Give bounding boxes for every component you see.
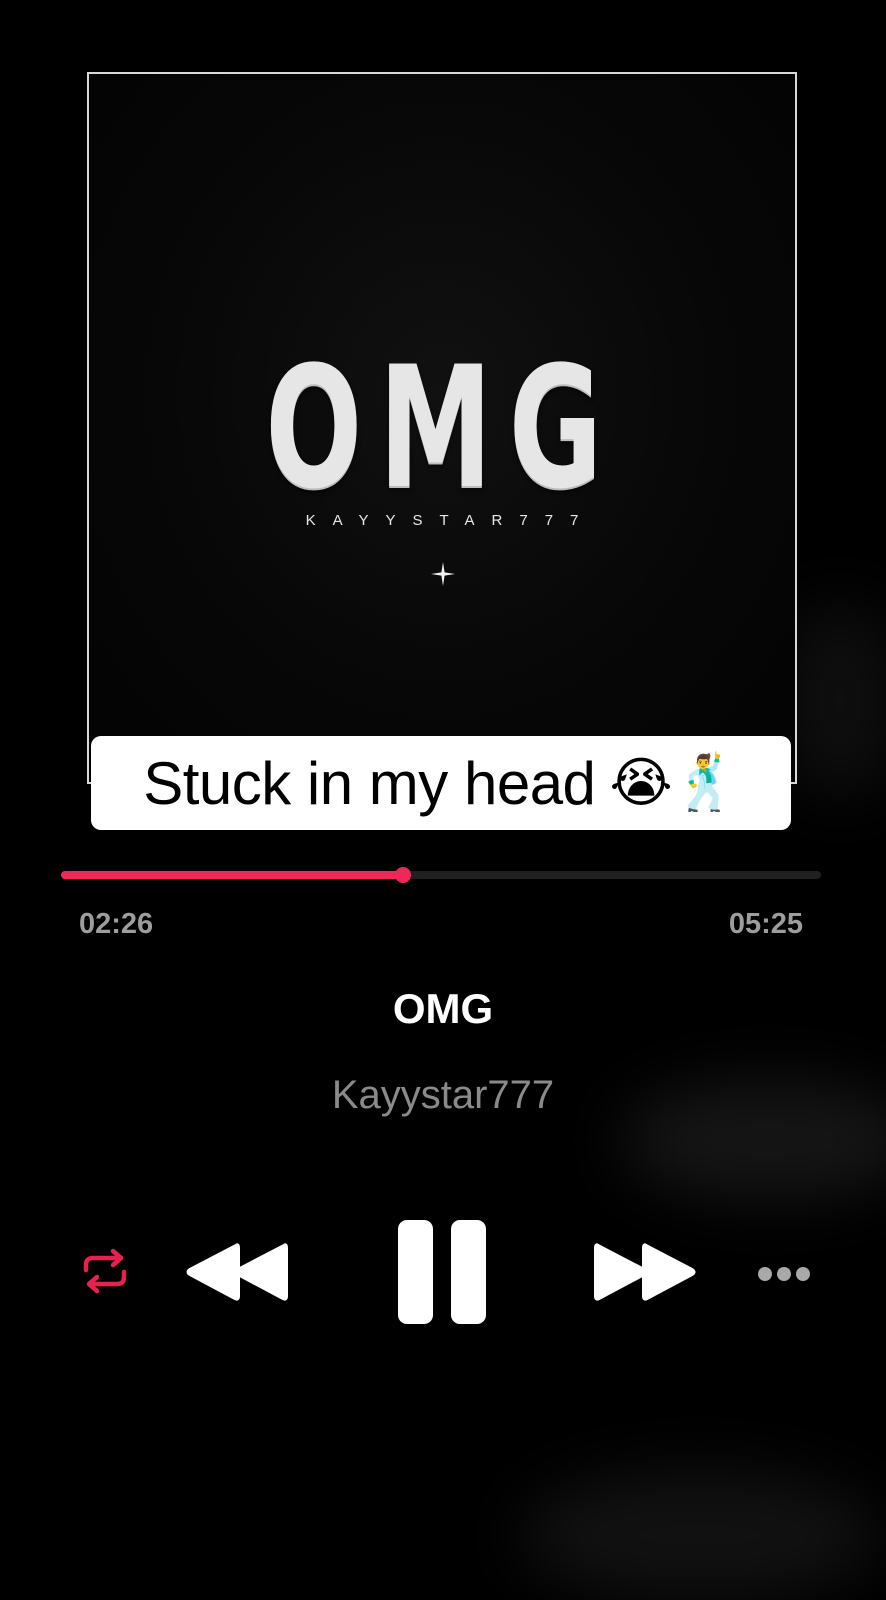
rewind-icon[interactable]: [186, 1240, 290, 1304]
album-art-artist: KAYYSTAR777: [305, 512, 596, 529]
progress-fill: [61, 871, 403, 879]
progress-bar[interactable]: [61, 867, 821, 883]
track-title: OMG: [392, 985, 494, 1032]
more-icon[interactable]: [757, 1260, 811, 1288]
album-artwork: OMG KAYYSTAR777: [87, 72, 797, 784]
caption-overlay: Stuck in my head 😭🕺: [91, 736, 791, 830]
elapsed-time: 02:26: [79, 908, 154, 940]
caption-emojis: 😭🕺: [609, 751, 739, 814]
sparkle-icon: [431, 562, 455, 586]
background-glow: [520, 1470, 880, 1600]
fast-forward-icon[interactable]: [592, 1240, 696, 1304]
album-art-title: OMG: [265, 330, 619, 526]
caption-text: Stuck in my head: [143, 749, 596, 817]
repeat-icon[interactable]: [80, 1246, 130, 1296]
progress-thumb[interactable]: [395, 867, 411, 883]
total-time: 05:25: [728, 908, 803, 940]
pause-icon[interactable]: [395, 1218, 489, 1326]
track-artist: Kayystar777: [331, 1073, 555, 1117]
